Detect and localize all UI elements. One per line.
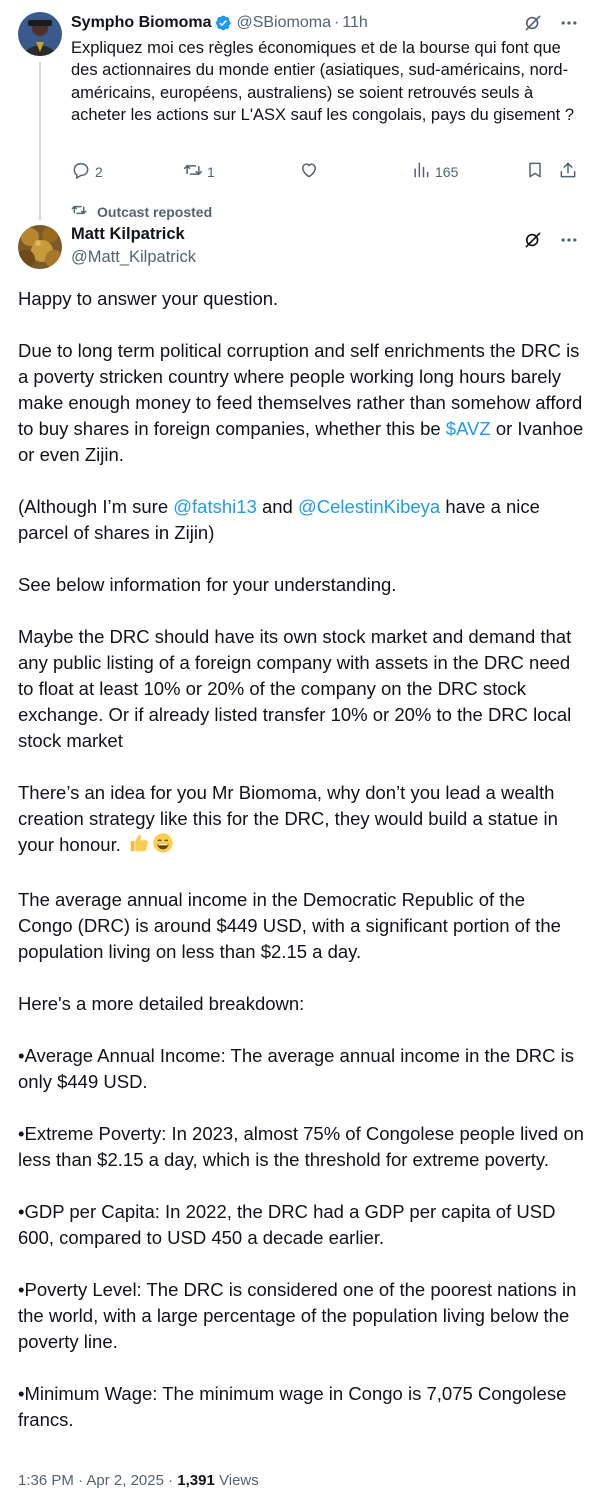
author-name[interactable]: Sympho Biomoma <box>71 14 211 32</box>
more-icon[interactable] <box>558 229 580 251</box>
tweet-meta: 1:36 PM · Apr 2, 2025 · 1,391 Views <box>18 1472 259 1489</box>
parent-tweet-text: Expliquez moi ces règles économiques et … <box>71 39 575 124</box>
reply-icon <box>71 160 91 183</box>
tweet-paragraph: There’s an idea for you Mr Biomoma, why … <box>18 780 584 861</box>
tweet-paragraph: •GDP per Capita: In 2022, the DRC had a … <box>18 1201 556 1248</box>
bookmark-icon <box>525 160 545 183</box>
paragraph-text: (Although I’m sure <box>18 496 174 517</box>
avatar[interactable] <box>18 225 62 269</box>
views-button[interactable]: 165 <box>411 160 458 183</box>
reply-button[interactable]: 2 <box>71 160 103 183</box>
tweet-paragraph: •Extreme Poverty: In 2023, almost 75% of… <box>18 1123 584 1170</box>
repost-icon <box>183 160 203 183</box>
mention-link[interactable]: @fatshi13 <box>173 496 257 517</box>
paragraph-text: and <box>256 496 298 517</box>
tweet-date[interactable]: Apr 2, 2025 <box>86 1472 164 1489</box>
tweet-paragraph: See below information for your understan… <box>18 574 397 595</box>
tweet-paragraph: •Minimum Wage: The minimum wage in Congo… <box>18 1383 567 1430</box>
views-icon <box>411 160 431 183</box>
grinning-face-emoji <box>152 832 174 861</box>
repost-button[interactable]: 1 <box>183 160 215 183</box>
heart-icon <box>299 160 319 183</box>
tweet-paragraph: Maybe the DRC should have its own stock … <box>18 626 572 751</box>
main-tweet-text: Happy to answer your question. Due to lo… <box>18 286 584 1433</box>
reply-count: 2 <box>95 163 103 180</box>
tweet-thread-view: Sympho Biomoma @SBiomoma · 11h Expliquez… <box>0 0 598 1500</box>
grok-icon[interactable] <box>522 229 544 251</box>
author-handle[interactable]: @Matt_Kilpatrick <box>71 248 196 267</box>
tweet-paragraph: Due to long term political corruption an… <box>18 338 584 468</box>
author-name[interactable]: Matt Kilpatrick <box>71 225 185 244</box>
mention-link[interactable]: @CelestinKibeya <box>298 496 440 517</box>
tweet-paragraph: Happy to answer your question. <box>18 288 279 309</box>
parent-tweet-top-actions <box>522 12 580 34</box>
views-count: 1,391 <box>177 1472 215 1489</box>
author-handle[interactable]: @SBiomoma <box>236 14 331 32</box>
tweet-paragraph: (Although I’m sure @fatshi13 and @Celest… <box>18 494 584 546</box>
views-label: Views <box>219 1472 259 1489</box>
thumbs-up-emoji <box>128 832 150 861</box>
grok-icon[interactable] <box>522 12 544 34</box>
tweet-time[interactable]: 1:36 PM <box>18 1472 74 1489</box>
repost-indicator[interactable]: Outcast reposted <box>71 202 212 221</box>
parent-tweet-header: Sympho Biomoma @SBiomoma · 11h <box>71 12 368 34</box>
thread-connector-line <box>39 62 41 220</box>
view-count: 165 <box>435 163 459 180</box>
verified-badge-icon <box>214 14 232 32</box>
avatar[interactable] <box>18 12 62 56</box>
repost-icon <box>71 202 97 221</box>
cashtag-link[interactable]: $AVZ <box>446 418 491 439</box>
like-button[interactable] <box>299 160 323 183</box>
parent-tweet-action-bar: 2 1 165 <box>71 160 582 182</box>
tweet-timestamp[interactable]: 11h <box>342 14 368 32</box>
more-icon[interactable] <box>558 12 580 34</box>
main-tweet-top-actions <box>522 229 580 251</box>
bookmark-button[interactable] <box>525 160 545 183</box>
meta-separator: · <box>78 1472 84 1489</box>
paragraph-text: There’s an idea for you Mr Biomoma, why … <box>18 782 558 855</box>
meta-separator: · <box>168 1472 174 1489</box>
share-button[interactable] <box>558 160 578 183</box>
tweet-paragraph: •Poverty Level: The DRC is considered on… <box>18 1279 577 1352</box>
repost-count: 1 <box>207 163 215 180</box>
tweet-paragraph: Here's a more detailed breakdown: <box>18 993 305 1014</box>
repost-indicator-label: Outcast reposted <box>97 203 213 220</box>
header-separator: · <box>333 14 340 31</box>
tweet-paragraph: •Average Annual Income: The average annu… <box>18 1045 574 1092</box>
share-icon <box>558 160 578 183</box>
tweet-paragraph: The average annual income in the Democra… <box>18 889 561 962</box>
